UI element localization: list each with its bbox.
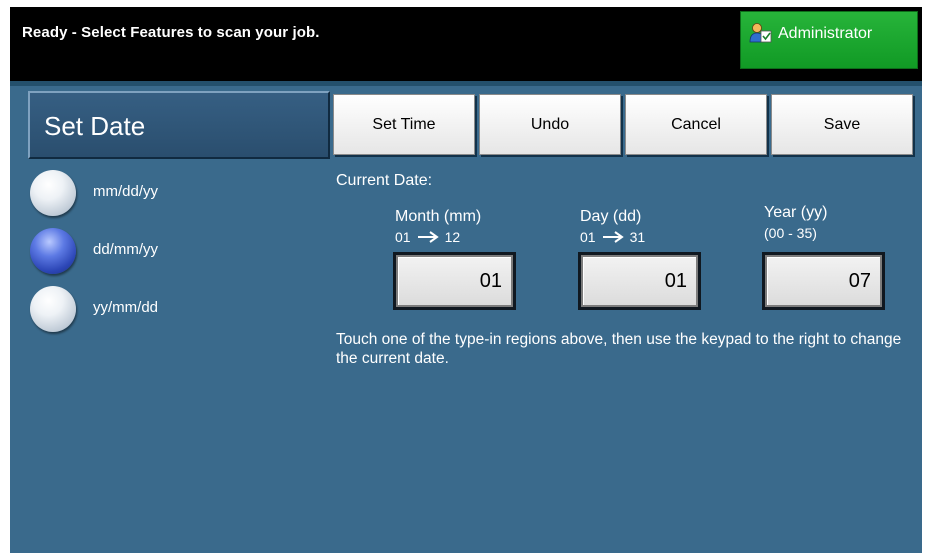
month-range-from: 01 (395, 229, 411, 245)
radio-button-yy-mm-dd[interactable] (30, 286, 76, 332)
format-option-mm-dd-yy[interactable]: mm/dd/yy (30, 170, 290, 220)
right-arrow-icon (602, 231, 624, 243)
year-value: 07 (765, 255, 882, 307)
help-text: Touch one of the type-in regions above, … (336, 331, 902, 367)
current-date-heading: Current Date: (336, 172, 433, 189)
month-input[interactable]: 01 (393, 252, 516, 310)
month-label: Month (mm) (395, 208, 482, 225)
month-value: 01 (396, 255, 513, 307)
cancel-button[interactable]: Cancel (625, 94, 767, 155)
status-message: Ready - Select Features to scan your job… (22, 24, 320, 41)
save-button[interactable]: Save (771, 94, 913, 155)
month-range: 01 12 (395, 229, 460, 245)
day-input[interactable]: 01 (578, 252, 701, 310)
screen: Ready - Select Features to scan your job… (10, 7, 922, 553)
administrator-user-icon (749, 23, 772, 43)
format-label: dd/mm/yy (93, 241, 159, 258)
year-label: Year (yy) (764, 204, 828, 221)
right-arrow-icon (417, 231, 439, 243)
day-range-to: 31 (629, 229, 646, 245)
radio-button-mm-dd-yy[interactable] (30, 170, 76, 216)
administrator-button[interactable]: Administrator (740, 11, 918, 69)
month-range-to: 12 (444, 229, 461, 245)
undo-button[interactable]: Undo (479, 94, 621, 155)
day-range-from: 01 (580, 229, 596, 245)
format-option-yy-mm-dd[interactable]: yy/mm/dd (30, 286, 290, 336)
administrator-label: Administrator (778, 25, 873, 42)
day-range: 01 31 (580, 229, 645, 245)
format-label: mm/dd/yy (93, 183, 159, 200)
format-label: yy/mm/dd (93, 299, 159, 316)
year-range: (00 - 35) (764, 225, 817, 241)
status-bar: Ready - Select Features to scan your job… (10, 7, 922, 81)
set-time-button[interactable]: Set Time (333, 94, 475, 155)
page-title: Set Date (44, 111, 146, 141)
format-option-dd-mm-yy[interactable]: dd/mm/yy (30, 228, 290, 278)
day-value: 01 (581, 255, 698, 307)
year-input[interactable]: 07 (762, 252, 885, 310)
radio-button-dd-mm-yy[interactable] (30, 228, 76, 274)
status-bar-divider (10, 81, 922, 86)
day-label: Day (dd) (580, 208, 642, 225)
page-title-panel: Set Date (28, 91, 330, 159)
